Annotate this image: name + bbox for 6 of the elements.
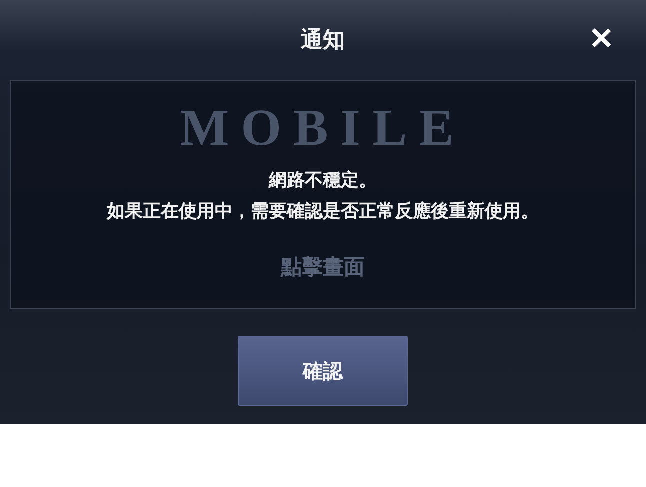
dialog-title: 通知 (301, 27, 345, 55)
confirm-button[interactable]: 確認 (238, 336, 408, 406)
background-hint: 點擊畫面 (281, 254, 365, 281)
background-logo: MOBILE (180, 103, 466, 155)
message-text: 網路不穩定。 如果正在使用中，需要確認是否正常反應後重新使用。 (107, 169, 539, 224)
close-button[interactable]: ✕ (585, 25, 618, 55)
